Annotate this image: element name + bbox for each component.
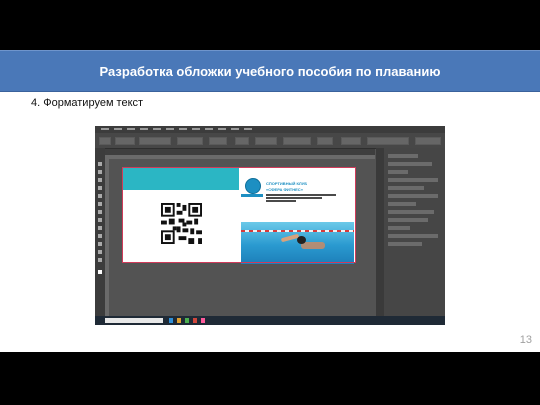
properties-panel: [384, 148, 445, 316]
gradient-tool-icon[interactable]: [98, 242, 102, 246]
taskbar-app-icon[interactable]: [169, 318, 173, 323]
pencil-tool-icon[interactable]: [98, 210, 102, 214]
direct-selection-tool-icon[interactable]: [98, 170, 102, 174]
taskbar-app-icon[interactable]: [177, 318, 181, 323]
rectangle-frame-tool-icon[interactable]: [98, 218, 102, 222]
slide-title: Разработка обложки учебного пособия по п…: [99, 64, 441, 79]
indesign-screenshot: СПОРТИВНЫЙ КЛУБ «СФЕРА ФИТНЕС»: [95, 126, 445, 325]
taskbar-app-icon[interactable]: [185, 318, 189, 323]
type-tool-icon[interactable]: [98, 186, 102, 190]
line-tool-icon[interactable]: [98, 194, 102, 198]
rectangle-tool-icon[interactable]: [98, 226, 102, 230]
horizontal-ruler: [105, 155, 375, 159]
taskbar-app-icon[interactable]: [193, 318, 197, 323]
pen-tool-icon[interactable]: [98, 202, 102, 206]
page-number: 13: [519, 334, 532, 346]
scissors-tool-icon[interactable]: [98, 234, 102, 238]
slide: Разработка обложки учебного пособия по п…: [0, 0, 540, 405]
bottom-letterbox: [0, 352, 540, 405]
windows-taskbar: [95, 316, 445, 325]
menu-bar: [95, 126, 445, 133]
zoom-tool-icon[interactable]: [98, 258, 102, 262]
fill-stroke-icon[interactable]: [98, 270, 102, 274]
page-tool-icon[interactable]: [98, 178, 102, 182]
hand-tool-icon[interactable]: [98, 250, 102, 254]
top-letterbox: [0, 0, 540, 50]
step-heading: 4. Форматируем текст: [31, 97, 144, 109]
panel-dock: [376, 148, 384, 316]
tools-panel: [95, 148, 105, 316]
title-bar: Разработка обложки учебного пособия по п…: [0, 50, 540, 92]
control-panel: [95, 133, 445, 149]
search-icon[interactable]: [105, 318, 163, 323]
vertical-ruler: [105, 159, 109, 316]
bleed-guide: [122, 167, 356, 263]
taskbar-app-icon[interactable]: [201, 318, 205, 323]
selection-tool-icon[interactable]: [98, 162, 102, 166]
